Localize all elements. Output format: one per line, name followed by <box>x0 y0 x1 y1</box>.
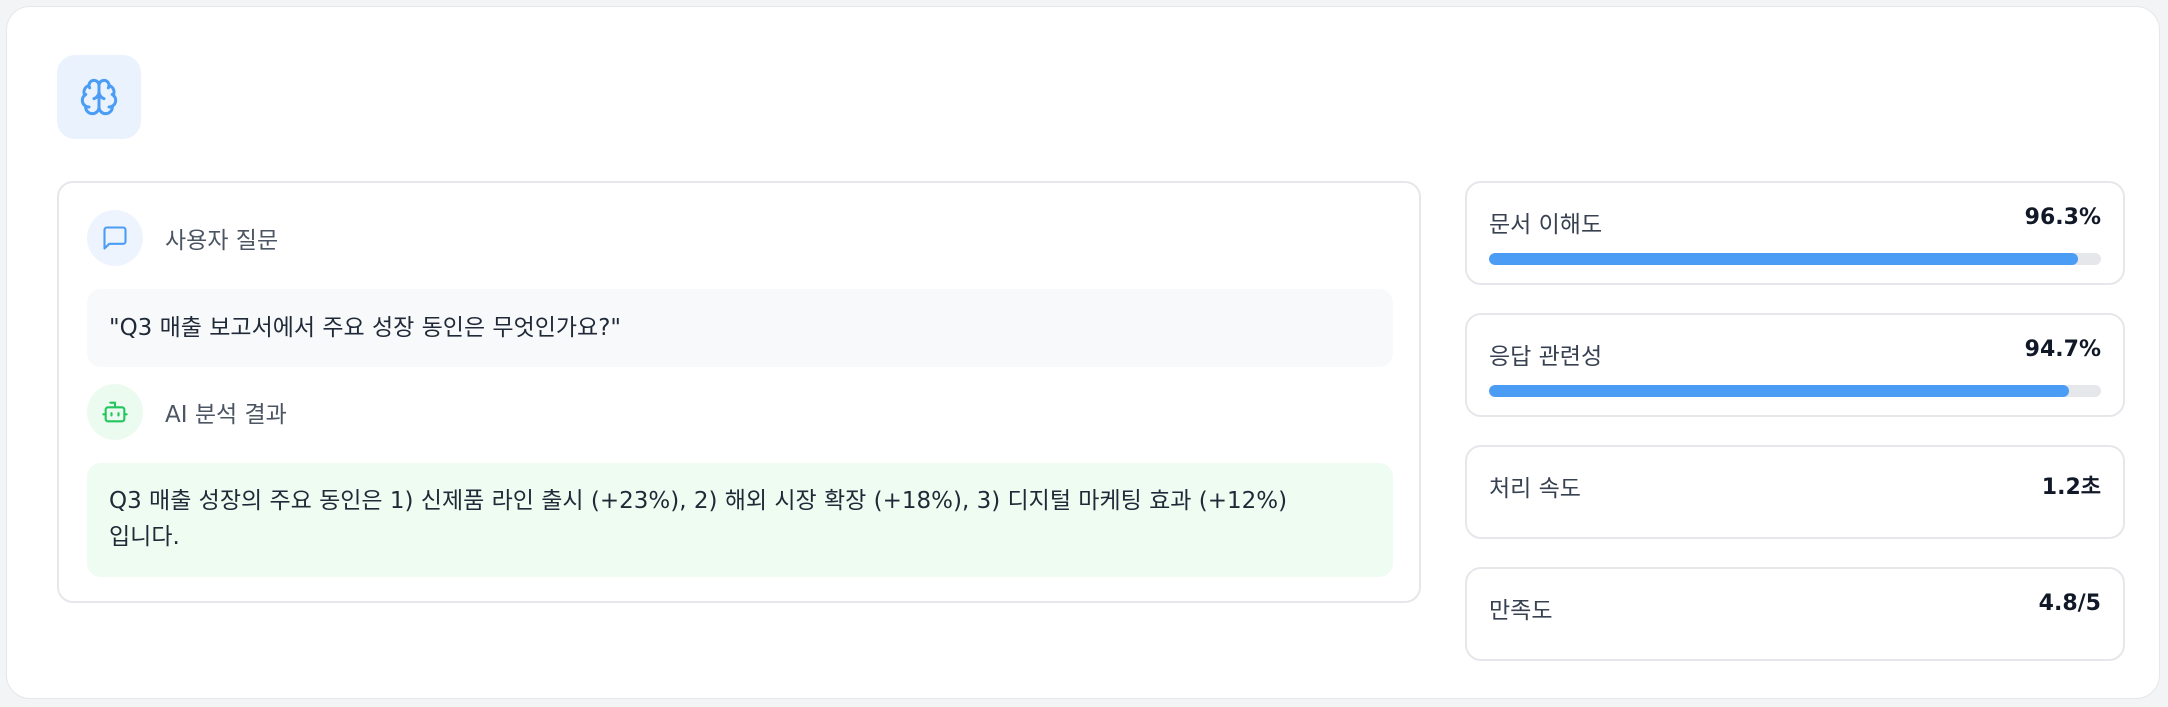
metric-satisfaction: 만족도 4.8/5 <box>1465 567 2125 661</box>
ai-result-label: AI 분석 결과 <box>165 402 287 428</box>
metric-label: 문서 이해도 <box>1489 212 1603 238</box>
brain-icon <box>80 78 118 116</box>
metric-comprehension: 문서 이해도 96.3% <box>1465 181 2125 285</box>
metric-speed: 처리 속도 1.2초 <box>1465 445 2125 539</box>
chat-panel: 사용자 질문 "Q3 매출 보고서에서 주요 성장 동인은 무엇인가요?" AI… <box>57 181 1421 603</box>
bot-icon <box>102 401 128 423</box>
metric-relevance: 응답 관련성 94.7% <box>1465 313 2125 417</box>
user-avatar <box>87 210 143 266</box>
ai-result-text: Q3 매출 성장의 주요 동인은 1) 신제품 라인 출시 (+23%), 2)… <box>109 488 1288 550</box>
ai-result-header: AI 분석 결과 <box>87 383 287 441</box>
progress-fill <box>1489 385 2069 397</box>
progress-fill <box>1489 253 2079 265</box>
ai-avatar <box>87 384 143 440</box>
metric-label: 만족도 <box>1489 598 1553 624</box>
metric-label: 응답 관련성 <box>1489 344 1603 370</box>
metric-value: 96.3% <box>2024 205 2101 230</box>
user-question-bubble: "Q3 매출 보고서에서 주요 성장 동인은 무엇인가요?" <box>87 289 1393 367</box>
metric-value: 94.7% <box>2024 337 2101 362</box>
metric-value: 4.8/5 <box>2038 591 2101 616</box>
user-question-label: 사용자 질문 <box>165 228 279 254</box>
metric-label: 처리 속도 <box>1489 476 1581 502</box>
analysis-card: 사용자 질문 "Q3 매출 보고서에서 주요 성장 동인은 무엇인가요?" AI… <box>6 6 2160 699</box>
progress-track <box>1489 385 2101 397</box>
user-question-header: 사용자 질문 <box>87 209 278 267</box>
brain-badge <box>57 55 141 139</box>
message-square-icon <box>103 226 127 250</box>
metric-value: 1.2초 <box>2041 475 2101 500</box>
user-question-text: "Q3 매출 보고서에서 주요 성장 동인은 무엇인가요?" <box>109 315 622 341</box>
ai-result-bubble: Q3 매출 성장의 주요 동인은 1) 신제품 라인 출시 (+23%), 2)… <box>87 463 1393 577</box>
progress-track <box>1489 253 2101 265</box>
